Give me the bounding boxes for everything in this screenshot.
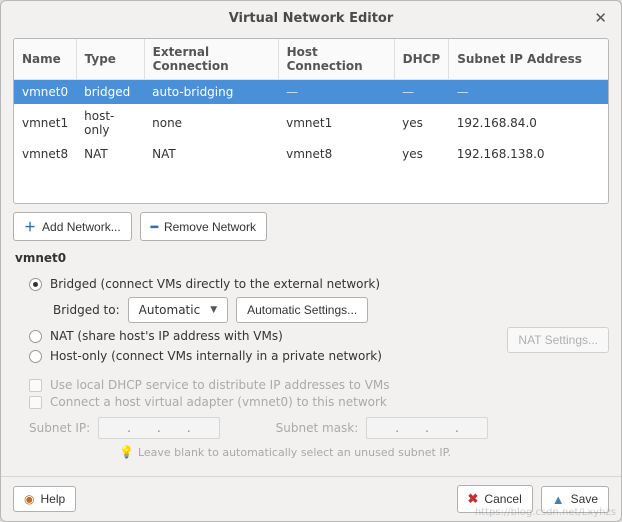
checkbox-host-adapter [29,396,42,409]
cell-type: NAT [76,142,144,166]
radio-nat[interactable] [29,330,42,343]
cell-name: vmnet0 [14,80,76,105]
table-row[interactable]: vmnet0 bridged auto-bridging — — — [14,80,608,105]
bridged-label: Bridged (connect VMs directly to the ext… [50,277,380,291]
save-icon: ▲ [552,492,565,507]
cell-host: vmnet1 [278,104,394,142]
cell-ext: none [144,104,278,142]
cancel-button[interactable]: ✖ Cancel [457,485,533,513]
col-dhcp[interactable]: DHCP [394,39,449,80]
subnet-mask-label: Subnet mask: [276,421,359,435]
dhcp-label: Use local DHCP service to distribute IP … [50,378,390,392]
ip-octet [133,420,155,436]
window-title: Virtual Network Editor [229,11,394,26]
automatic-settings-button[interactable]: Automatic Settings... [236,297,368,323]
table-header-row: Name Type External Connection Host Conne… [14,39,608,80]
cell-dhcp: yes [394,142,449,166]
mask-octet [371,420,393,436]
cancel-label: Cancel [484,492,521,506]
subnet-ip-field: . . . [98,417,219,439]
table-row[interactable]: vmnet8 NAT NAT vmnet8 yes 192.168.138.0 [14,142,608,166]
mask-octet [401,420,423,436]
plus-icon: ＋ [24,218,36,235]
bridged-to-label: Bridged to: [53,303,120,317]
ip-octet [193,420,215,436]
cell-ext: NAT [144,142,278,166]
nat-label: NAT (share host's IP address with VMs) [50,329,283,343]
cell-name: vmnet8 [14,142,76,166]
mask-octet [431,420,453,436]
ip-octet [163,420,185,436]
bridged-to-value: Automatic [139,303,201,317]
cell-subnet: 192.168.138.0 [449,142,608,166]
nat-settings-label: NAT Settings... [518,333,598,347]
selected-network-name: vmnet0 [15,251,609,265]
cell-ext: auto-bridging [144,80,278,105]
lightbulb-icon: 💡 [119,445,134,459]
hint-text: Leave blank to automatically select an u… [138,446,451,459]
bridged-option[interactable]: Bridged (connect VMs directly to the ext… [29,277,605,291]
help-label: Help [40,492,65,506]
ip-octet [103,420,125,436]
host-only-label: Host-only (connect VMs internally in a p… [50,349,382,363]
chevron-down-icon: ▼ [210,305,217,315]
remove-network-label: Remove Network [164,220,256,234]
col-type[interactable]: Type [76,39,144,80]
table-row[interactable]: vmnet1 host-only none vmnet1 yes 192.168… [14,104,608,142]
checkbox-dhcp [29,379,42,392]
cell-name: vmnet1 [14,104,76,142]
cell-host: — [278,80,394,105]
host-adapter-label: Connect a host virtual adapter (vmnet0) … [50,395,387,409]
cell-dhcp: — [394,80,449,105]
subnet-mask-field: . . . [366,417,487,439]
cell-type: host-only [76,104,144,142]
help-button[interactable]: ◉ Help [13,486,76,512]
save-label: Save [571,492,598,506]
networks-table[interactable]: Name Type External Connection Host Conne… [13,38,609,204]
cell-dhcp: yes [394,104,449,142]
minus-icon: ━ [151,220,158,234]
bridged-to-dropdown[interactable]: Automatic ▼ [128,297,228,323]
nat-settings-button: NAT Settings... [507,327,609,353]
add-network-label: Add Network... [42,220,121,234]
virtual-network-editor-window: Virtual Network Editor ✕ Name Type Exter… [0,0,622,522]
remove-network-button[interactable]: ━ Remove Network [140,212,267,241]
save-button[interactable]: ▲ Save [541,486,609,513]
col-host[interactable]: Host Connection [278,39,394,80]
cell-subnet: — [449,80,608,105]
cancel-icon: ✖ [468,491,479,507]
radio-bridged[interactable] [29,278,42,291]
dhcp-option: Use local DHCP service to distribute IP … [29,378,605,392]
automatic-settings-label: Automatic Settings... [247,303,357,317]
close-icon[interactable]: ✕ [594,9,607,27]
subnet-hint: 💡 Leave blank to automatically select an… [119,445,605,459]
col-ext[interactable]: External Connection [144,39,278,80]
host-adapter-option: Connect a host virtual adapter (vmnet0) … [29,395,605,409]
nat-option[interactable]: NAT (share host's IP address with VMs) N… [29,329,605,343]
titlebar: Virtual Network Editor ✕ [1,1,621,38]
add-network-button[interactable]: ＋ Add Network... [13,212,132,241]
mask-octet [461,420,483,436]
cell-type: bridged [76,80,144,105]
cell-host: vmnet8 [278,142,394,166]
subnet-ip-label: Subnet IP: [29,421,90,435]
radio-host-only[interactable] [29,350,42,363]
cell-subnet: 192.168.84.0 [449,104,608,142]
col-subnet[interactable]: Subnet IP Address [449,39,608,80]
col-name[interactable]: Name [14,39,76,80]
help-icon: ◉ [24,492,34,506]
